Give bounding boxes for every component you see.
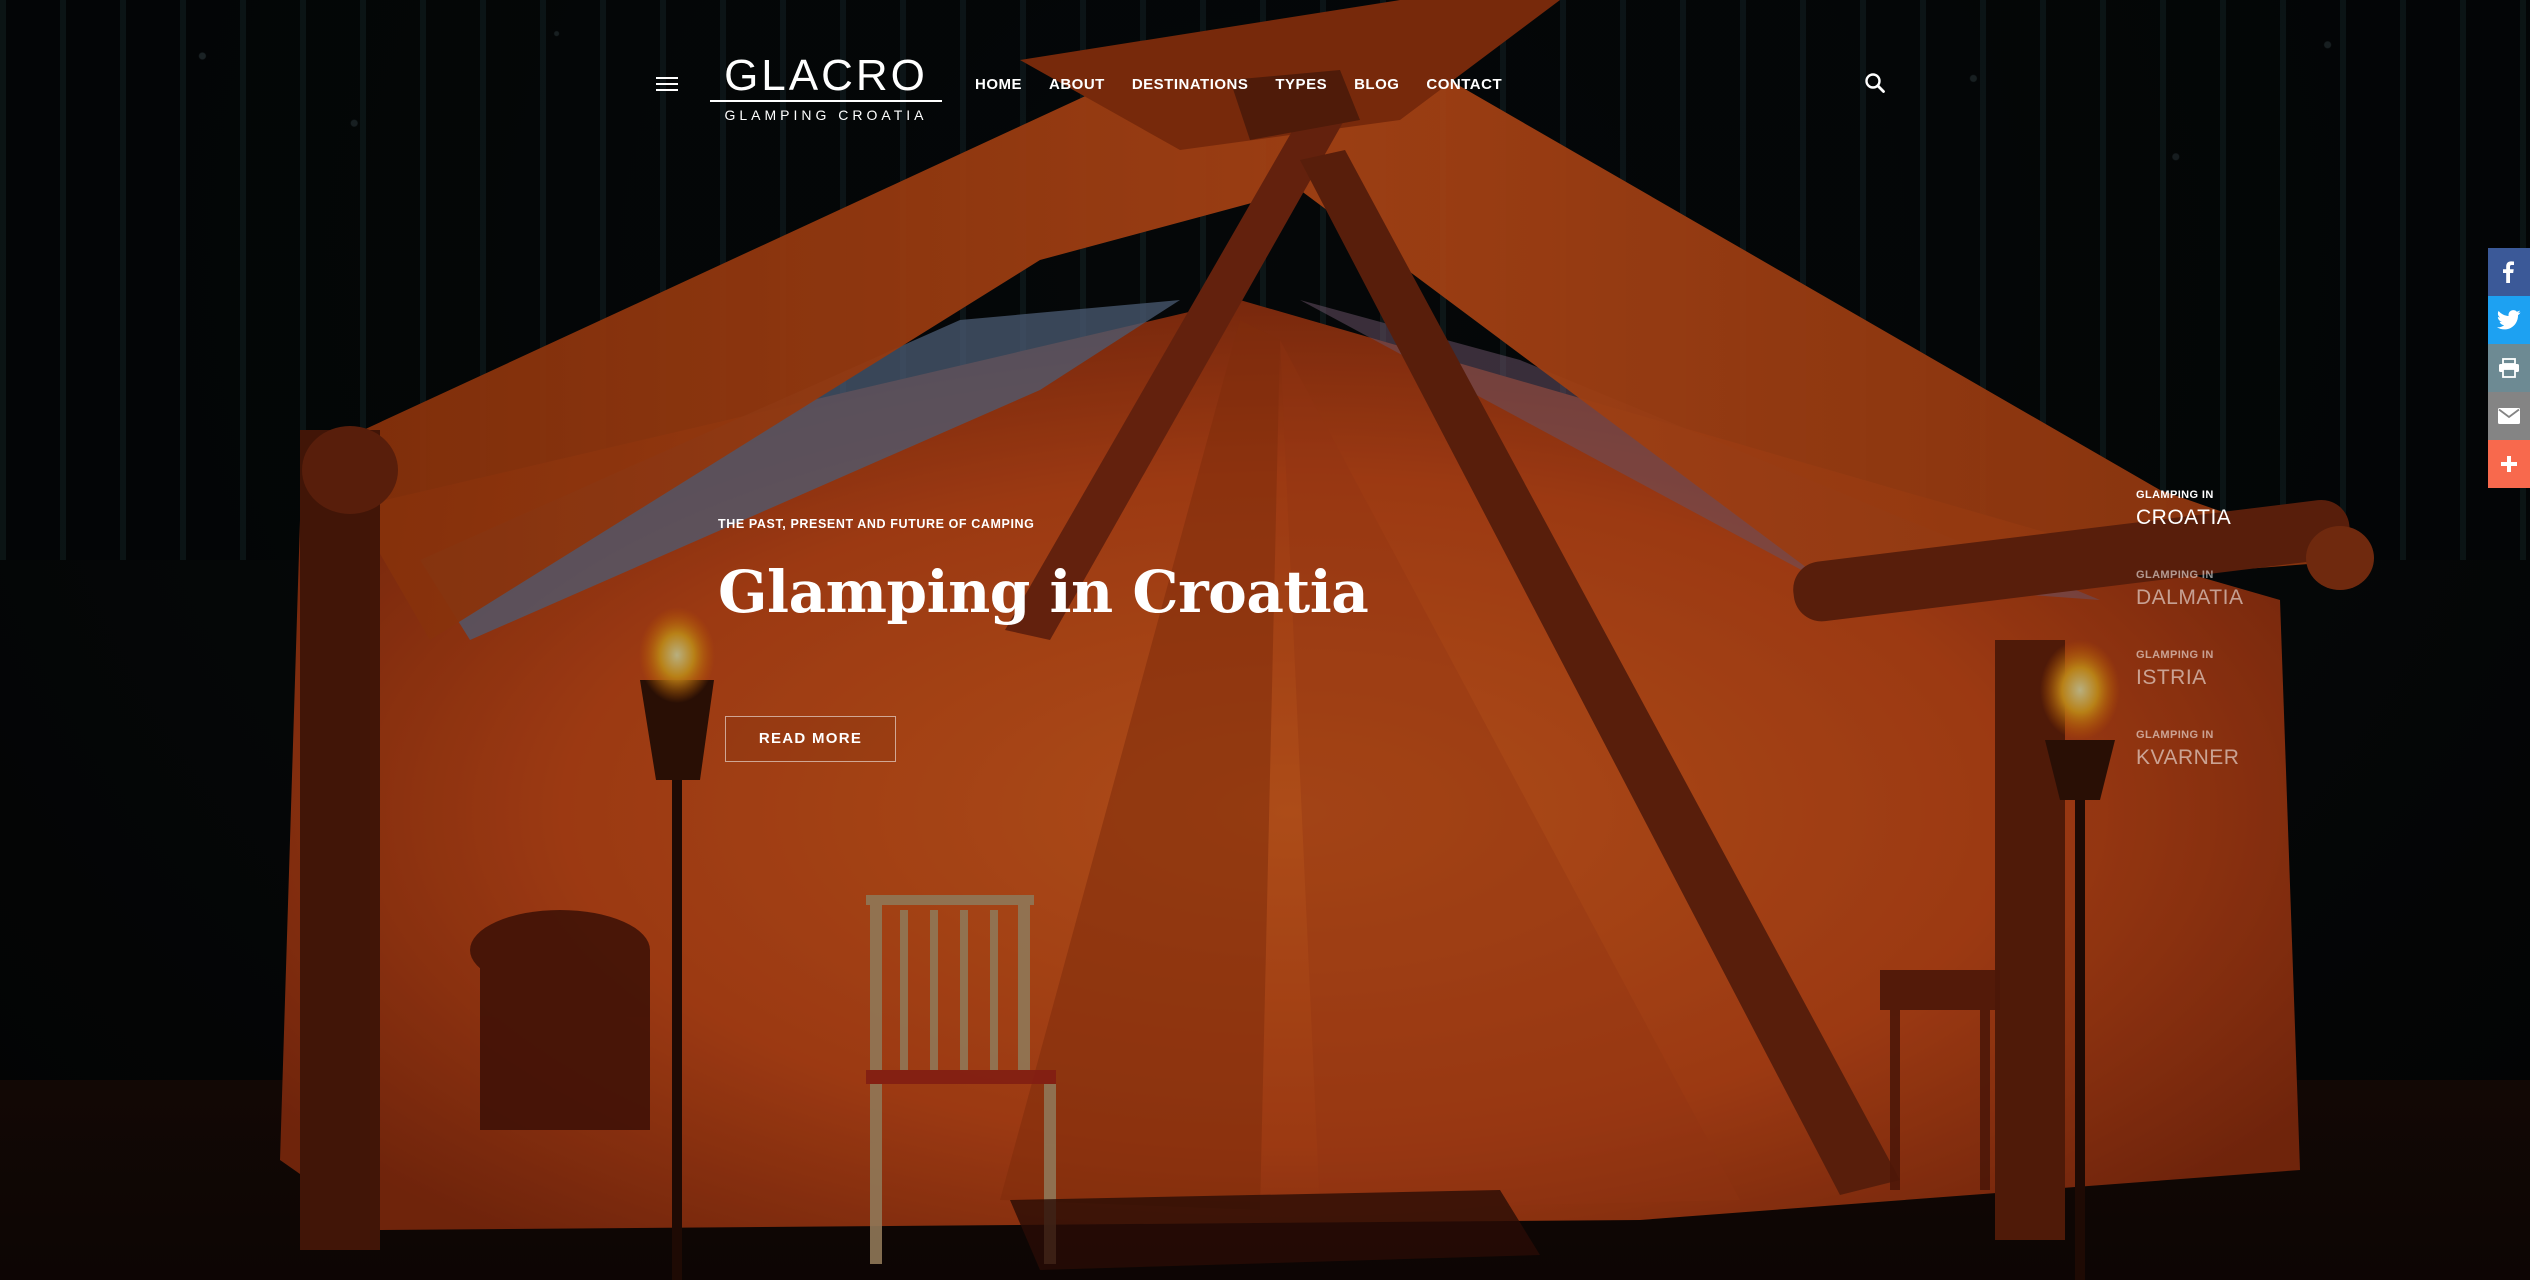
print-icon bbox=[2499, 358, 2519, 378]
region-prefix: GLAMPING IN bbox=[2136, 729, 2214, 741]
nav-item-types[interactable]: TYPES bbox=[1275, 74, 1327, 96]
region-name: ISTRIA bbox=[2136, 666, 2207, 689]
facebook-icon bbox=[2503, 261, 2514, 283]
hero-title: Glamping in Croatia bbox=[718, 558, 1369, 626]
site-logo[interactable]: GLACRO GLAMPING CROATIA bbox=[710, 40, 942, 124]
region-name: CROATIA bbox=[2136, 506, 2232, 529]
hero-overlay bbox=[0, 0, 2530, 1280]
region-item-dalmatia[interactable]: GLAMPING IN DALMATIA bbox=[2136, 568, 2316, 612]
region-name: DALMATIA bbox=[2136, 586, 2244, 609]
hero-kicker: THE PAST, PRESENT AND FUTURE OF CAMPING bbox=[718, 517, 1035, 531]
region-name: KVARNER bbox=[2136, 746, 2240, 769]
logo-divider bbox=[710, 100, 942, 102]
twitter-icon bbox=[2497, 310, 2521, 330]
print-share-button[interactable] bbox=[2488, 344, 2530, 392]
nav-item-destinations[interactable]: DESTINATIONS bbox=[1132, 74, 1249, 96]
region-item-istria[interactable]: GLAMPING IN ISTRIA bbox=[2136, 648, 2316, 692]
region-item-kvarner[interactable]: GLAMPING IN KVARNER bbox=[2136, 728, 2316, 772]
logo-tagline: GLAMPING CROATIA bbox=[724, 107, 928, 123]
region-prefix: GLAMPING IN bbox=[2136, 489, 2214, 501]
nav-item-contact[interactable]: CONTACT bbox=[1426, 74, 1502, 96]
email-icon bbox=[2498, 408, 2520, 424]
facebook-share-button[interactable] bbox=[2488, 248, 2530, 296]
twitter-share-button[interactable] bbox=[2488, 296, 2530, 344]
email-share-button[interactable] bbox=[2488, 392, 2530, 440]
region-prefix: GLAMPING IN bbox=[2136, 649, 2214, 661]
more-share-button[interactable] bbox=[2488, 440, 2530, 488]
region-item-croatia[interactable]: GLAMPING IN CROATIA bbox=[2136, 488, 2316, 532]
hero-background bbox=[0, 0, 2530, 1280]
nav-item-about[interactable]: ABOUT bbox=[1049, 74, 1105, 96]
region-prefix: GLAMPING IN bbox=[2136, 569, 2214, 581]
nav-item-home[interactable]: HOME bbox=[975, 74, 1022, 96]
share-bar bbox=[2488, 248, 2530, 488]
plus-icon bbox=[2501, 456, 2517, 472]
search-icon[interactable] bbox=[1864, 72, 1886, 94]
nav-item-blog[interactable]: BLOG bbox=[1354, 74, 1399, 96]
hamburger-menu-icon[interactable] bbox=[656, 74, 678, 92]
read-more-button[interactable]: READ MORE bbox=[725, 716, 896, 762]
site-header: GLACRO GLAMPING CROATIA HOME ABOUT DESTI… bbox=[0, 0, 2530, 170]
main-nav: HOME ABOUT DESTINATIONS TYPES BLOG CONTA… bbox=[975, 74, 1529, 96]
